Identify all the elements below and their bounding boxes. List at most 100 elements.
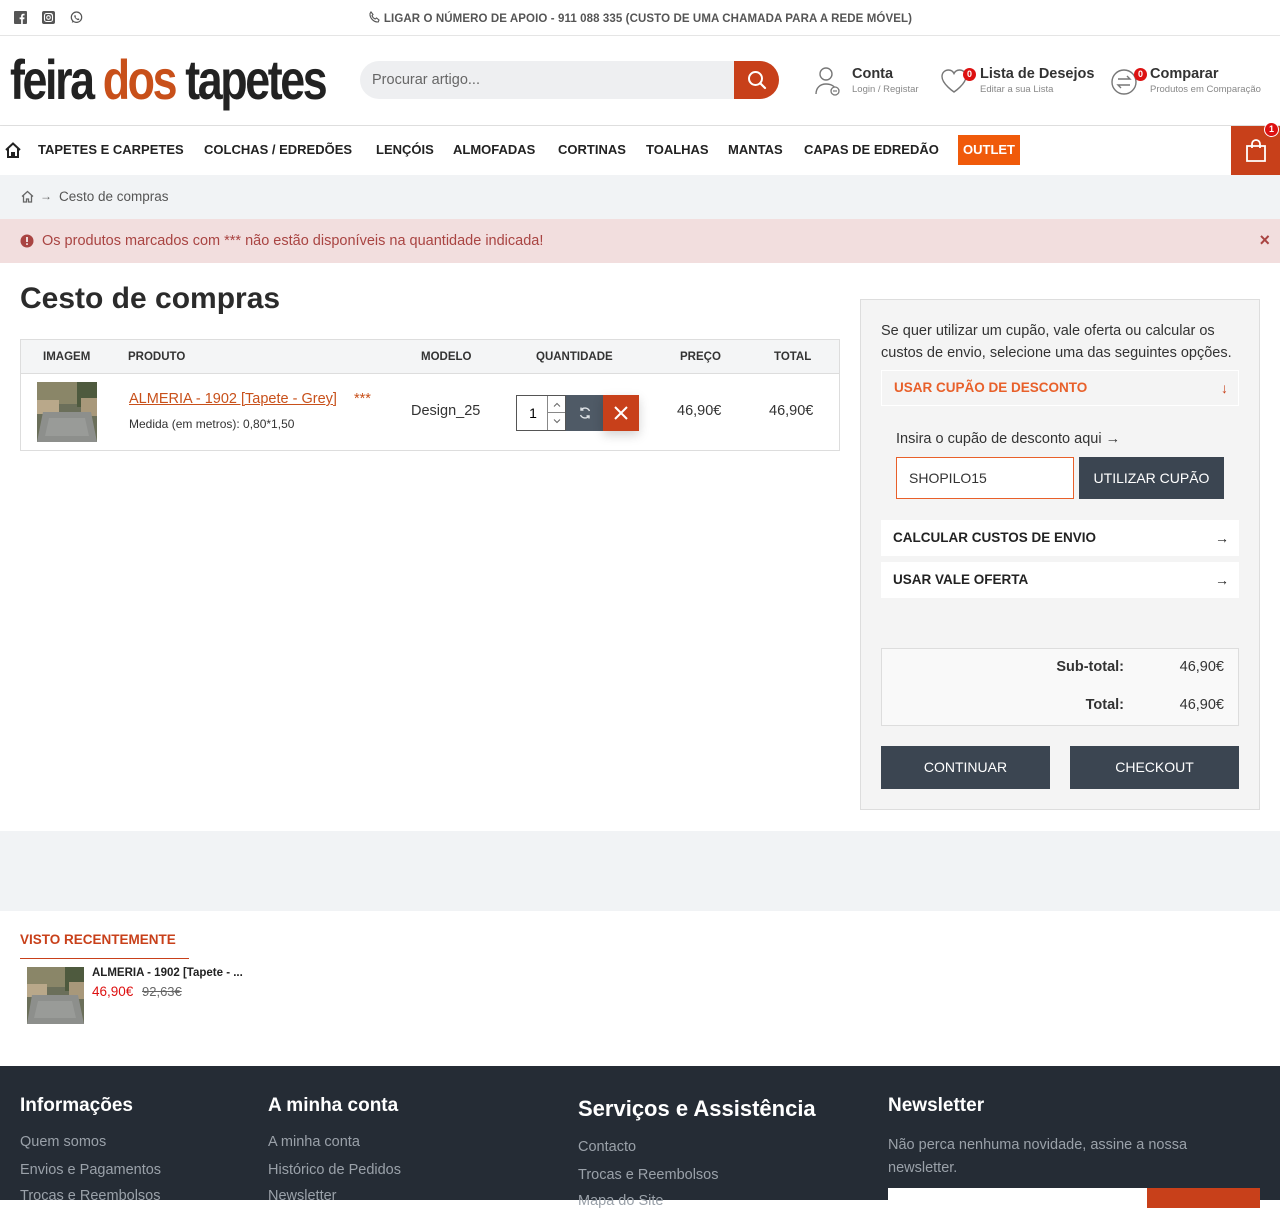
footer-link-newsletter[interactable]: Newsletter xyxy=(268,1188,337,1204)
arrow-down-icon: ↓ xyxy=(1221,380,1228,396)
nav-item-cortinas[interactable]: CORTINAS xyxy=(558,142,626,157)
breadcrumb: → Cesto de compras xyxy=(0,175,1280,219)
column-header-total: TOTAL xyxy=(774,351,812,363)
close-icon[interactable]: × xyxy=(1259,230,1270,251)
coupon-label: Insira o cupão de desconto aqui → xyxy=(896,431,1121,447)
quantity-stepper xyxy=(516,395,566,431)
site-logo[interactable]: feira dos tapetes xyxy=(10,48,328,111)
search-icon xyxy=(747,71,766,90)
logo-word-1: feira xyxy=(10,48,95,111)
remove-item-button[interactable] xyxy=(603,395,639,431)
product-option: Medida (em metros): 0,80*1,50 xyxy=(129,417,295,431)
coupon-accordion-title: USAR CUPÃO DE DESCONTO xyxy=(894,380,1088,395)
recent-product-thumbnail[interactable] xyxy=(27,967,84,1024)
product-thumbnail[interactable] xyxy=(37,382,97,442)
cart-table-header: IMAGEM PRODUTO MODELO QUANTIDADE PREÇO T… xyxy=(21,340,839,374)
footer-link-my-account[interactable]: A minha conta xyxy=(268,1134,360,1150)
item-total: 46,90€ xyxy=(769,403,814,419)
footer-info-heading: Informações xyxy=(20,1095,133,1116)
nav-item-tapetes[interactable]: TAPETES E CARPETES xyxy=(38,142,184,157)
recent-product-price: 46,90€ xyxy=(92,984,134,999)
shopping-bag-icon xyxy=(1245,138,1266,162)
voucher-accordion-title: USAR VALE OFERTA xyxy=(893,572,1029,587)
update-quantity-button[interactable] xyxy=(566,395,603,431)
phone-icon xyxy=(369,11,380,23)
footer-account-heading: A minha conta xyxy=(268,1095,399,1116)
recent-product-name[interactable]: ALMERIA - 1902 [Tapete - ... xyxy=(92,967,243,979)
footer-link-returns[interactable]: Trocas e Reembolsos xyxy=(20,1188,161,1204)
home-icon[interactable] xyxy=(5,142,21,158)
search-button[interactable] xyxy=(734,61,779,99)
compare-title: Comparar xyxy=(1150,66,1219,82)
support-phone-text: LIGAR O NÚMERO DE APOIO - 911 088 335 (C… xyxy=(383,13,913,25)
coupon-accordion-header[interactable]: USAR CUPÃO DE DESCONTO ↓ xyxy=(881,370,1239,406)
nav-item-almofadas[interactable]: ALMOFADAS xyxy=(453,142,535,157)
site-header: feira dos tapetes Conta Login / Registar… xyxy=(0,36,1280,126)
nav-item-capas[interactable]: CAPAS DE EDREDÃO xyxy=(804,142,939,157)
total-label: Total: xyxy=(1085,697,1124,713)
search-input[interactable] xyxy=(360,61,734,99)
quantity-down-button[interactable] xyxy=(547,413,565,430)
column-header-quantity: QUANTIDADE xyxy=(536,351,613,363)
footer-services-heading: Serviços e Assistência xyxy=(578,1096,816,1121)
stock-alert: Os produtos marcados com *** não estão d… xyxy=(0,219,1280,263)
column-header-price: PREÇO xyxy=(680,351,721,363)
footer-newsletter-heading: Newsletter xyxy=(888,1095,985,1116)
recent-product-old-price: 92,63€ xyxy=(142,984,182,999)
nav-item-toalhas[interactable]: TOALHAS xyxy=(646,142,709,157)
item-price: 46,90€ xyxy=(677,403,722,419)
main-nav: TAPETES E CARPETES COLCHAS / EDREDÕES LE… xyxy=(0,122,1280,175)
apply-coupon-button[interactable]: UTILIZAR CUPÃO xyxy=(1079,457,1224,499)
nav-item-colchas[interactable]: COLCHAS / EDREDÕES xyxy=(204,142,352,157)
wishlist-title: Lista de Desejos xyxy=(980,66,1095,82)
home-icon[interactable] xyxy=(21,190,34,203)
support-phone: LIGAR O NÚMERO DE APOIO - 911 088 335 (C… xyxy=(0,11,1280,25)
heading-underline xyxy=(20,958,189,959)
nav-item-mantas[interactable]: MANTAS xyxy=(728,142,783,157)
account-title: Conta xyxy=(852,66,894,82)
column-header-model: MODELO xyxy=(421,351,472,363)
newsletter-email-input[interactable] xyxy=(888,1188,1148,1208)
footer-link-exchanges[interactable]: Trocas e Reembolsos xyxy=(578,1167,719,1183)
user-icon xyxy=(815,67,840,96)
footer-link-shipping[interactable]: Envios e Pagamentos xyxy=(20,1162,161,1178)
checkout-button[interactable]: CHECKOUT xyxy=(1070,746,1239,789)
compare-subtitle: Produtos em Comparação xyxy=(1150,84,1261,95)
shipping-accordion-header[interactable]: CALCULAR CUSTOS DE ENVIO → xyxy=(881,520,1239,556)
cart-table: IMAGEM PRODUTO MODELO QUANTIDADE PREÇO T… xyxy=(20,339,840,451)
quantity-up-button[interactable] xyxy=(547,396,565,413)
footer-link-about[interactable]: Quem somos xyxy=(20,1134,106,1150)
arrow-right-icon: → xyxy=(1215,530,1229,546)
recently-viewed-heading: VISTO RECENTEMENTE xyxy=(20,932,176,947)
refresh-icon xyxy=(579,407,590,419)
breadcrumb-current[interactable]: Cesto de compras xyxy=(59,189,169,204)
voucher-accordion-header[interactable]: USAR VALE OFERTA → xyxy=(881,562,1239,598)
subtotal-label: Sub-total: xyxy=(1056,659,1124,675)
search-bar xyxy=(360,61,779,99)
alert-icon xyxy=(20,234,34,248)
chevron-down-icon xyxy=(553,419,560,424)
logo-word-3: tapetes xyxy=(185,48,327,111)
close-icon xyxy=(614,406,628,420)
footer-newsletter-text: Não perca nenhuma novidade, assine a nos… xyxy=(888,1137,1188,1176)
wishlist-subtitle: Editar a sua Lista xyxy=(980,84,1054,95)
footer-link-contact[interactable]: Contacto xyxy=(578,1139,636,1155)
footer-link-order-history[interactable]: Histórico de Pedidos xyxy=(268,1162,401,1178)
quantity-input[interactable] xyxy=(517,396,549,430)
page-title: Cesto de compras xyxy=(20,282,281,315)
newsletter-subscribe-button[interactable] xyxy=(1147,1188,1260,1208)
coupon-code-input[interactable] xyxy=(896,457,1074,499)
order-totals: Sub-total: 46,90€ Total: 46,90€ xyxy=(881,648,1239,726)
footer-link-sitemap[interactable]: Mapa do Site xyxy=(578,1193,663,1209)
compare-count-badge: 0 xyxy=(1134,68,1147,81)
product-model: Design_25 xyxy=(411,403,481,419)
nav-item-lencois[interactable]: LENÇÓIS xyxy=(376,142,434,157)
cart-button[interactable]: 1 xyxy=(1231,122,1280,175)
breadcrumb-arrow-icon: → xyxy=(40,189,52,203)
nav-item-outlet[interactable]: OUTLET xyxy=(958,135,1020,165)
continue-shopping-button[interactable]: CONTINUAR xyxy=(881,746,1050,789)
account-subtitle: Login / Registar xyxy=(852,84,919,95)
top-bar: LIGAR O NÚMERO DE APOIO - 911 088 335 (C… xyxy=(0,0,1280,36)
product-name-link[interactable]: ALMERIA - 1902 [Tapete - Grey] xyxy=(129,391,337,407)
alert-text: Os produtos marcados com *** não estão d… xyxy=(42,233,544,249)
